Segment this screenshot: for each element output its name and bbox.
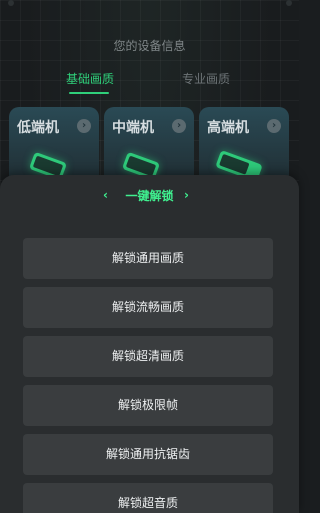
chevron-right-icon: ›: [77, 119, 91, 133]
chevron-right-icon: ›: [172, 119, 186, 133]
chevron-right-icon: ›: [267, 119, 281, 133]
quality-tabs: 基础画质 专业画质: [0, 70, 299, 96]
unlock-general-quality-button[interactable]: 解锁通用画质: [23, 238, 273, 279]
unlock-max-fps-button[interactable]: 解锁极限帧: [23, 385, 273, 426]
unlock-smooth-quality-button[interactable]: 解锁流畅画质: [23, 287, 273, 328]
unlock-super-audio-button[interactable]: 解锁超音质: [23, 483, 273, 513]
unlock-bottom-sheet: ‹ 一键解锁 › 解锁通用画质 解锁流畅画质 解锁超清画质 解锁极限帧 解锁通用…: [0, 175, 299, 513]
decor-dot-left: [8, 0, 14, 6]
chevron-right-icon: ›: [184, 188, 189, 202]
tab-basic-quality[interactable]: 基础画质: [40, 70, 140, 87]
tier-label: 高端机: [207, 120, 249, 136]
tier-label: 低端机: [17, 120, 59, 136]
tier-label: 中端机: [112, 120, 154, 136]
active-tab-indicator: [69, 92, 109, 94]
decor-dot-right: [286, 0, 292, 6]
unlock-antialiasing-button[interactable]: 解锁通用抗锯齿: [23, 434, 273, 475]
sheet-title: 一键解锁: [125, 189, 174, 203]
unlock-hd-quality-button[interactable]: 解锁超清画质: [23, 336, 273, 377]
tab-pro-quality[interactable]: 专业画质: [156, 70, 256, 87]
page-title: 您的设备信息: [113, 39, 186, 53]
